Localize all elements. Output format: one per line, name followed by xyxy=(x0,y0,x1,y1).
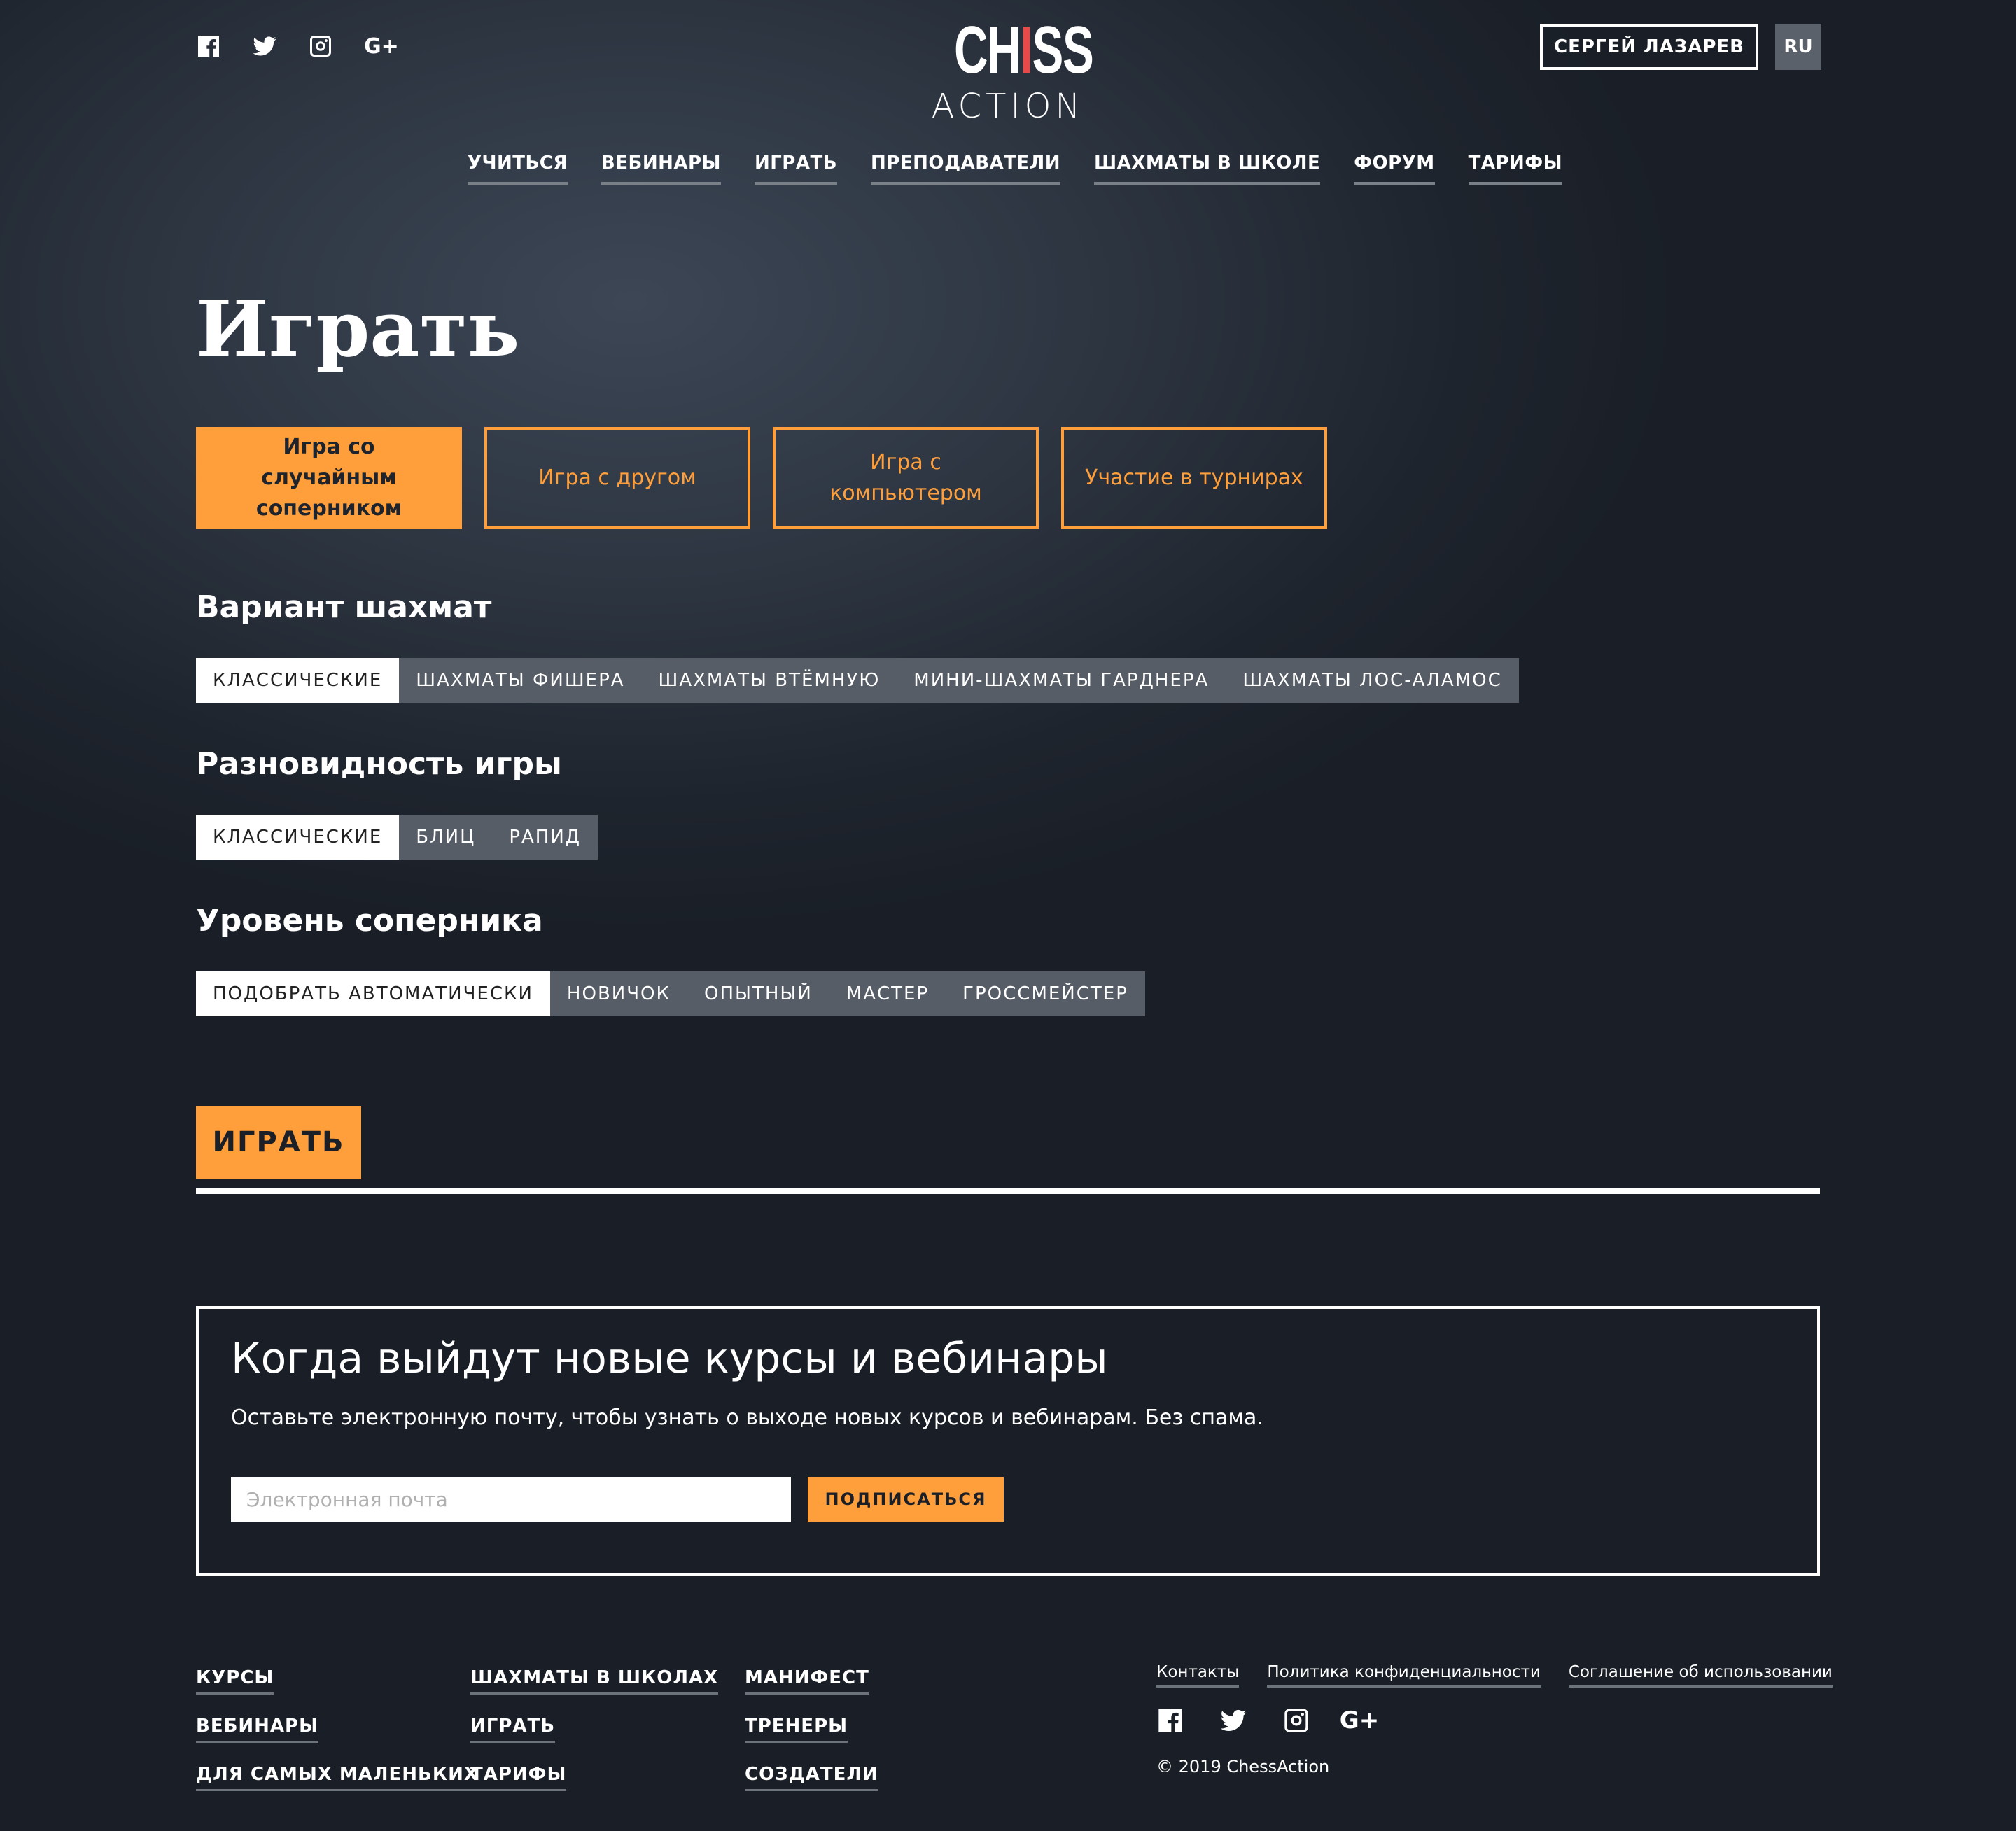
nav-learn[interactable]: УЧИТЬСЯ xyxy=(467,153,568,185)
footer-link-courses[interactable]: КУРСЫ xyxy=(196,1667,274,1695)
footer-social: G+ xyxy=(1156,1706,1379,1734)
header-social: G+ xyxy=(196,34,399,59)
instagram-icon[interactable] xyxy=(308,34,333,59)
variant-option-classic[interactable]: КЛАССИЧЕСКИЕ xyxy=(196,658,400,703)
game-type-option-blitz[interactable]: БЛИЦ xyxy=(399,815,492,860)
nav-forum[interactable]: ФОРУМ xyxy=(1354,153,1435,185)
game-type-heading: Разновидность игры xyxy=(196,746,562,782)
variant-option-fischer[interactable]: ШАХМАТЫ ФИШЕРА xyxy=(399,658,641,703)
variant-selector: КЛАССИЧЕСКИЕ ШАХМАТЫ ФИШЕРА ШАХМАТЫ ВТЁМ… xyxy=(196,658,1519,703)
page-title: Играть xyxy=(196,283,520,374)
game-type-option-classic[interactable]: КЛАССИЧЕСКИЕ xyxy=(196,815,400,860)
footer-link-pricing[interactable]: ТАРИФЫ xyxy=(470,1764,567,1791)
logo-subtitle: ACTION xyxy=(931,87,1085,126)
play-button[interactable]: ИГРАТЬ xyxy=(196,1106,361,1179)
copyright: © 2019 ChessAction xyxy=(1156,1757,1330,1776)
nav-teachers[interactable]: ПРЕПОДАВАТЕЛИ xyxy=(871,153,1061,185)
footer-link-coaches[interactable]: ТРЕНЕРЫ xyxy=(745,1716,848,1743)
language-switch[interactable]: RU xyxy=(1775,24,1821,70)
facebook-icon[interactable] xyxy=(1156,1706,1184,1734)
mode-friend[interactable]: Игра с другом xyxy=(484,427,750,529)
subscribe-text: Оставьте электронную почту, чтобы узнать… xyxy=(231,1405,1264,1430)
email-field[interactable] xyxy=(231,1477,791,1522)
twitter-icon[interactable] xyxy=(1219,1706,1247,1734)
twitter-icon[interactable] xyxy=(252,34,277,59)
footer-link-privacy[interactable]: Политика конфиденциальности xyxy=(1267,1663,1541,1688)
mode-random-opponent[interactable]: Игра со случайным соперником xyxy=(196,427,462,529)
nav-webinars[interactable]: ВЕБИНАРЫ xyxy=(601,153,721,185)
variant-option-gardner[interactable]: МИНИ-ШАХМАТЫ ГАРДНЕРА xyxy=(897,658,1226,703)
mode-tournaments[interactable]: Участие в турнирах xyxy=(1061,427,1327,529)
footer-link-play[interactable]: ИГРАТЬ xyxy=(470,1716,556,1743)
footer-link-manifest[interactable]: МАНИФЕСТ xyxy=(745,1667,869,1695)
main-nav: УЧИТЬСЯ ВЕБИНАРЫ ИГРАТЬ ПРЕПОДАВАТЕЛИ ША… xyxy=(0,153,2016,185)
subscribe-button[interactable]: ПОДПИСАТЬСЯ xyxy=(808,1477,1004,1522)
footer-link-schools[interactable]: ШАХМАТЫ В ШКОЛАХ xyxy=(470,1667,719,1695)
footer-col-1: КУРСЫ ВЕБИНАРЫ ДЛЯ САМЫХ МАЛЕНЬКИХ xyxy=(196,1667,479,1791)
footer-col-3: МАНИФЕСТ ТРЕНЕРЫ СОЗДАТЕЛИ xyxy=(745,1667,878,1791)
variant-option-blind[interactable]: ШАХМАТЫ ВТЁМНУЮ xyxy=(642,658,897,703)
instagram-icon[interactable] xyxy=(1282,1706,1310,1734)
divider xyxy=(196,1188,1820,1194)
level-heading: Уровень соперника xyxy=(196,903,543,939)
subscribe-title: Когда выйдут новые курсы и вебинары xyxy=(231,1334,1108,1383)
level-option-master[interactable]: МАСТЕР xyxy=(830,971,946,1016)
google-plus-icon[interactable]: G+ xyxy=(1340,1706,1379,1734)
user-account-button[interactable]: СЕРГЕЙ ЛАЗАРЕВ xyxy=(1540,24,1758,70)
footer-link-contacts[interactable]: Контакты xyxy=(1156,1663,1240,1688)
nav-play[interactable]: ИГРАТЬ xyxy=(754,153,838,185)
game-type-selector: КЛАССИЧЕСКИЕ БЛИЦ РАПИД xyxy=(196,815,598,860)
footer-link-webinars[interactable]: ВЕБИНАРЫ xyxy=(196,1716,319,1743)
level-selector: ПОДОБРАТЬ АВТОМАТИЧЕСКИ НОВИЧОК ОПЫТНЫЙ … xyxy=(196,971,1145,1016)
nav-pricing[interactable]: ТАРИФЫ xyxy=(1468,153,1563,185)
variant-heading: Вариант шахмат xyxy=(196,589,492,625)
game-type-option-rapid[interactable]: РАПИД xyxy=(492,815,598,860)
level-option-auto[interactable]: ПОДОБРАТЬ АВТОМАТИЧЕСКИ xyxy=(196,971,550,1016)
level-option-grandmaster[interactable]: ГРОССМЕЙСТЕР xyxy=(946,971,1145,1016)
nav-school-chess[interactable]: ШАХМАТЫ В ШКОЛЕ xyxy=(1094,153,1321,185)
footer-link-creators[interactable]: СОЗДАТЕЛИ xyxy=(745,1764,878,1791)
facebook-icon[interactable] xyxy=(196,34,221,59)
logo-wordmark: CHISS xyxy=(954,13,1094,87)
google-plus-icon[interactable]: G+ xyxy=(364,34,399,59)
variant-option-los-alamos[interactable]: ШАХМАТЫ ЛОС-АЛАМОС xyxy=(1226,658,1518,703)
level-option-experienced[interactable]: ОПЫТНЫЙ xyxy=(687,971,830,1016)
footer-col-2: ШАХМАТЫ В ШКОЛАХ ИГРАТЬ ТАРИФЫ xyxy=(470,1667,719,1791)
footer-link-terms[interactable]: Соглашение об использовании xyxy=(1568,1663,1833,1688)
logo[interactable]: CHISS ACTION xyxy=(931,13,1094,127)
game-mode-tabs: Игра со случайным соперником Игра с друг… xyxy=(196,427,1327,529)
mode-computer[interactable]: Игра с компьютером xyxy=(773,427,1039,529)
level-option-novice[interactable]: НОВИЧОК xyxy=(550,971,687,1016)
footer-link-kids[interactable]: ДЛЯ САМЫХ МАЛЕНЬКИХ xyxy=(196,1764,479,1791)
footer-legal-links: Контакты Политика конфиденциальности Сог… xyxy=(1156,1663,1833,1688)
